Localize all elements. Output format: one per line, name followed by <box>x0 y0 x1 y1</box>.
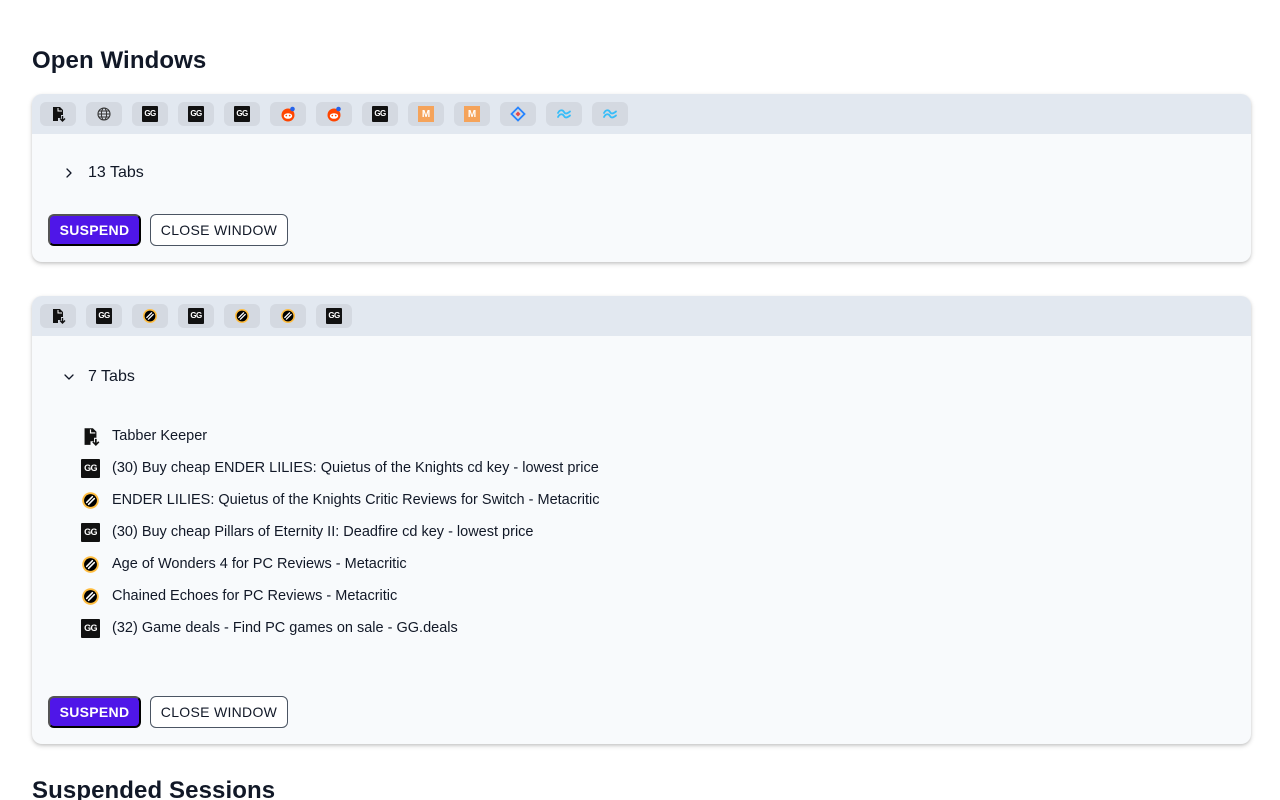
chevron-down-icon <box>62 370 76 384</box>
favicon-tab[interactable]: GG <box>316 304 352 328</box>
tab-title: (30) Buy cheap Pillars of Eternity II: D… <box>112 524 534 540</box>
tab-item[interactable]: Chained Echoes for PC Reviews - Metacrit… <box>81 580 600 612</box>
favicon-tab[interactable] <box>592 102 628 126</box>
globe-icon <box>96 106 112 122</box>
tab-item[interactable]: GG (32) Game deals - Find PC games on sal… <box>81 612 600 644</box>
favicon-tab[interactable]: GG <box>132 102 168 126</box>
tab-list: Tabber Keeper GG (30) Buy cheap ENDER LIL… <box>81 420 600 644</box>
tabs-toggle[interactable]: 13 Tabs <box>62 164 144 182</box>
favicon-tab[interactable]: M <box>454 102 490 126</box>
tab-item[interactable]: Tabber Keeper <box>81 420 600 452</box>
favicon-tab[interactable] <box>500 102 536 126</box>
favicon-tab[interactable]: GG <box>362 102 398 126</box>
window-card: GG GG GG 7 Tabs Tabber Keeper GG (30) Buy c… <box>32 296 1251 744</box>
tabber-keeper-icon <box>50 106 66 122</box>
metacritic-icon <box>142 308 158 324</box>
open-windows-heading: Open Windows <box>32 47 207 74</box>
favicon-tab[interactable]: M <box>408 102 444 126</box>
tab-title: Age of Wonders 4 for PC Reviews - Metacr… <box>112 556 407 572</box>
favicon-tab[interactable] <box>132 304 168 328</box>
favicon-bar: GG GG GG GG M M <box>32 94 1251 134</box>
metacritic-icon <box>81 587 100 606</box>
ggdeals-icon: GG <box>372 106 388 122</box>
ggdeals-icon: GG <box>188 308 204 324</box>
suspended-sessions-heading: Suspended Sessions <box>32 777 276 800</box>
ggdeals-icon: GG <box>234 106 250 122</box>
suspend-button[interactable]: SUSPEND <box>48 214 141 246</box>
tab-title: Chained Echoes for PC Reviews - Metacrit… <box>112 588 398 604</box>
jira-icon <box>510 106 526 122</box>
favicon-tab[interactable] <box>270 304 306 328</box>
tab-count-label: 7 Tabs <box>88 368 135 385</box>
tab-item[interactable]: GG (30) Buy cheap Pillars of Eternity II:… <box>81 516 600 548</box>
favicon-tab[interactable]: GG <box>178 304 214 328</box>
favicon-tab[interactable] <box>40 304 76 328</box>
favicon-tab[interactable]: GG <box>86 304 122 328</box>
tab-item[interactable]: ENDER LILIES: Quietus of the Knights Cri… <box>81 484 600 516</box>
ggdeals-icon: GG <box>142 106 158 122</box>
favicon-tab[interactable]: GG <box>178 102 214 126</box>
tab-title: ENDER LILIES: Quietus of the Knights Cri… <box>112 492 600 508</box>
tab-item[interactable]: GG (30) Buy cheap ENDER LILIES: Quietus o… <box>81 452 600 484</box>
tab-title: (30) Buy cheap ENDER LILIES: Quietus of … <box>112 460 599 476</box>
tab-title: Tabber Keeper <box>112 428 208 444</box>
m-logo-icon: M <box>464 106 480 122</box>
favicon-tab[interactable] <box>316 102 352 126</box>
metacritic-icon <box>81 555 100 574</box>
ggdeals-icon: GG <box>96 308 112 324</box>
reddit-icon <box>326 106 342 122</box>
tailwind-icon <box>602 106 618 122</box>
suspend-button[interactable]: SUSPEND <box>48 696 141 728</box>
chevron-right-icon <box>62 166 76 180</box>
metacritic-icon <box>81 491 100 510</box>
metacritic-icon <box>280 308 296 324</box>
close-window-button[interactable]: CLOSE WINDOW <box>150 214 288 246</box>
close-window-button[interactable]: CLOSE WINDOW <box>150 696 288 728</box>
metacritic-icon <box>234 308 250 324</box>
window-card: GG GG GG GG M M 13 Tabs SUSPEND CLOSE WINDOW <box>32 94 1251 262</box>
tailwind-icon <box>556 106 572 122</box>
favicon-tab[interactable] <box>224 304 260 328</box>
reddit-icon <box>280 106 296 122</box>
ggdeals-icon: GG <box>81 458 100 478</box>
favicon-bar: GG GG GG <box>32 296 1251 336</box>
favicon-tab[interactable] <box>40 102 76 126</box>
tabber-keeper-icon <box>81 427 100 446</box>
favicon-tab[interactable] <box>270 102 306 126</box>
tab-item[interactable]: Age of Wonders 4 for PC Reviews - Metacr… <box>81 548 600 580</box>
tab-title: (32) Game deals - Find PC games on sale … <box>112 620 458 636</box>
ggdeals-icon: GG <box>81 618 100 638</box>
favicon-tab[interactable] <box>546 102 582 126</box>
tabber-keeper-icon <box>50 308 66 324</box>
ggdeals-icon: GG <box>326 308 342 324</box>
favicon-tab[interactable]: GG <box>224 102 260 126</box>
m-logo-icon: M <box>418 106 434 122</box>
ggdeals-icon: GG <box>81 522 100 542</box>
tabs-toggle[interactable]: 7 Tabs <box>62 368 135 386</box>
ggdeals-icon: GG <box>188 106 204 122</box>
tab-count-label: 13 Tabs <box>88 164 144 181</box>
favicon-tab[interactable] <box>86 102 122 126</box>
